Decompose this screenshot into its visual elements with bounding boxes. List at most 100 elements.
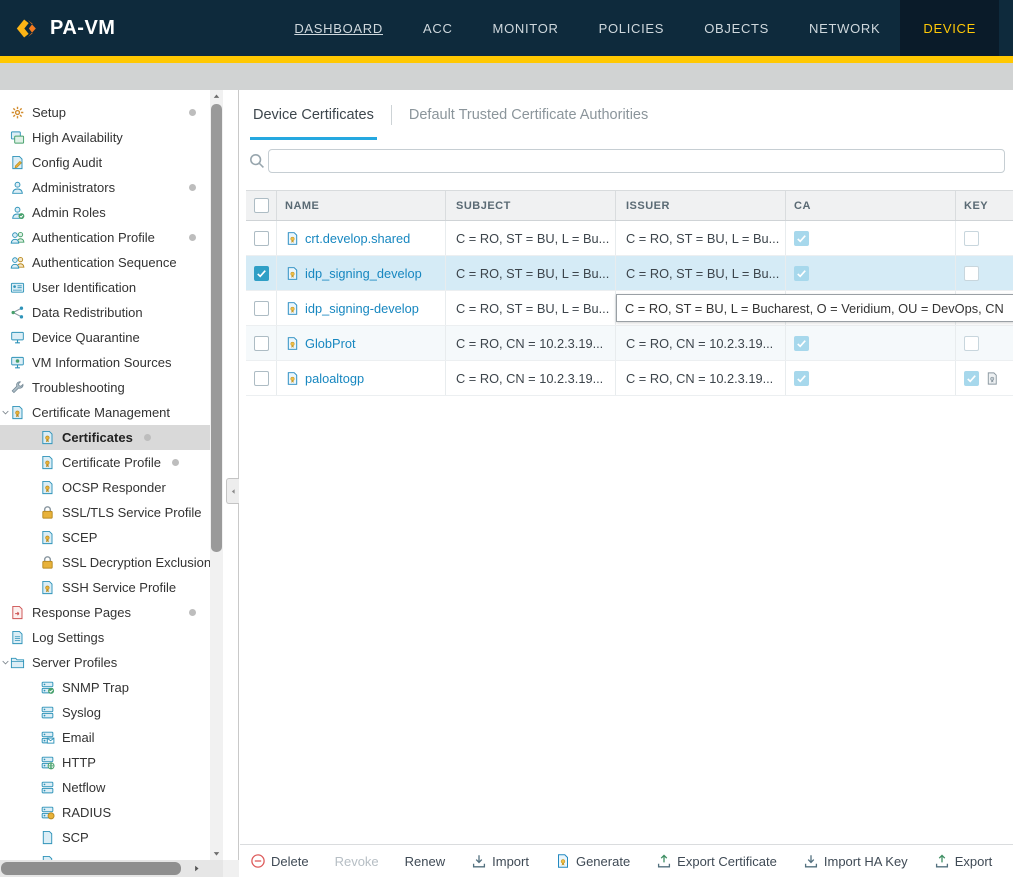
column-header-issuer[interactable]: ISSUER (616, 191, 786, 220)
nav-item-policies[interactable]: POLICIES (579, 0, 685, 56)
sidebar-item-server-profiles[interactable]: Server Profiles (0, 650, 210, 675)
sidebar-item-authentication-sequence[interactable]: Authentication Sequence (0, 250, 210, 275)
row-checkbox[interactable] (254, 371, 269, 386)
row-checkbox[interactable] (254, 336, 269, 351)
key-checkbox[interactable] (964, 371, 979, 386)
sidebar-item-troubleshooting[interactable]: Troubleshooting (0, 375, 210, 400)
chevron-down-icon (1, 658, 10, 667)
scroll-up-icon[interactable] (210, 90, 223, 103)
column-header-name[interactable]: NAME (277, 191, 446, 220)
scrollbar-thumb[interactable] (1, 862, 181, 875)
certificate-link[interactable]: paloaltogp (305, 371, 364, 386)
toolbar-button-export-certificate[interactable]: Export Certificate (656, 853, 777, 869)
certificate-link[interactable]: crt.develop.shared (305, 231, 410, 246)
sidebar-item-netflow[interactable]: Netflow (0, 775, 210, 800)
sidebar-collapse-handle[interactable] (226, 478, 239, 504)
sidebar-item-response-pages[interactable]: Response Pages (0, 600, 210, 625)
bottom-toolbar: DeleteRevokeRenewImportGenerateExport Ce… (240, 844, 1013, 877)
nav-item-objects[interactable]: OBJECTS (684, 0, 789, 56)
certificate-link[interactable]: idp_signing-develop (305, 301, 419, 316)
search-input[interactable] (269, 150, 1004, 172)
sidebar-item-label: Certificate Profile (62, 455, 161, 470)
toolbar-button-export[interactable]: Export (934, 853, 993, 869)
sidebar-item-snmp-trap[interactable]: SNMP Trap (0, 675, 210, 700)
sidebar-item-certificate-profile[interactable]: Certificate Profile (0, 450, 210, 475)
key-checkbox[interactable] (964, 266, 979, 281)
ca-checkbox[interactable] (794, 266, 809, 281)
name-cell: idp_signing_develop (277, 256, 446, 290)
toolbar-button-label: Renew (405, 854, 445, 869)
table-row-globprot[interactable]: GlobProtC = RO, CN = 10.2.3.19...C = RO,… (246, 326, 1013, 361)
table-row-paloaltogp[interactable]: paloaltogpC = RO, CN = 10.2.3.19...C = R… (246, 361, 1013, 396)
sidebar-item-ocsp-responder[interactable]: OCSP Responder (0, 475, 210, 500)
sidebar-item-radius[interactable]: RADIUS (0, 800, 210, 825)
nav-item-monitor[interactable]: MONITOR (473, 0, 579, 56)
nav-item-acc[interactable]: ACC (403, 0, 473, 56)
key-checkbox[interactable] (964, 336, 979, 351)
row-checkbox[interactable] (254, 301, 269, 316)
row-checkbox[interactable] (254, 266, 269, 281)
scroll-right-icon[interactable] (188, 861, 204, 876)
sidebar-item-partial[interactable] (0, 850, 210, 860)
column-header-ca[interactable]: CA (786, 191, 956, 220)
sidebar-vertical-scrollbar[interactable] (210, 90, 223, 860)
sidebar-item-scep[interactable]: SCEP (0, 525, 210, 550)
toolbar-button-import-ha-key[interactable]: Import HA Key (803, 853, 908, 869)
certificate-link[interactable]: idp_signing_develop (305, 266, 422, 281)
export-icon (934, 853, 950, 869)
cert-table-icon (285, 336, 300, 351)
sidebar-item-certificate-management[interactable]: Certificate Management (0, 400, 210, 425)
select-all-checkbox[interactable] (254, 198, 269, 213)
toolbar-button-import[interactable]: Import (471, 853, 529, 869)
table-row-crt-develop-shared[interactable]: crt.develop.sharedC = RO, ST = BU, L = B… (246, 221, 1013, 256)
header-select-all-cell (246, 191, 277, 220)
ca-checkbox[interactable] (794, 231, 809, 246)
sidebar-item-email[interactable]: Email (0, 725, 210, 750)
tab-default-trusted-certificate-authorities[interactable]: Default Trusted Certificate Authorities (406, 90, 651, 140)
ca-cell (786, 221, 956, 255)
row-checkbox[interactable] (254, 231, 269, 246)
sidebar-item-setup[interactable]: Setup (0, 100, 210, 125)
sidebar-item-syslog[interactable]: Syslog (0, 700, 210, 725)
toolbar-button-renew[interactable]: Renew (405, 854, 445, 869)
column-header-key[interactable]: KEY (956, 191, 1013, 220)
sidebar-item-vm-information-sources[interactable]: VM Information Sources (0, 350, 210, 375)
cert-icon (40, 480, 55, 495)
sidebar-item-device-quarantine[interactable]: Device Quarantine (0, 325, 210, 350)
sidebar-item-log-settings[interactable]: Log Settings (0, 625, 210, 650)
sidebar-item-authentication-profile[interactable]: Authentication Profile (0, 225, 210, 250)
sidebar-item-config-audit[interactable]: Config Audit (0, 150, 210, 175)
sidebar-item-administrators[interactable]: Administrators (0, 175, 210, 200)
sidebar-item-label: SCEP (62, 530, 97, 545)
sidebar-item-label: Config Audit (32, 155, 102, 170)
sidebar-item-scp[interactable]: SCP (0, 825, 210, 850)
nav-item-dashboard[interactable]: DASHBOARD (274, 0, 403, 56)
key-checkbox[interactable] (964, 231, 979, 246)
sidebar-item-http[interactable]: HTTP (0, 750, 210, 775)
sidebar-item-label: SCP (62, 830, 89, 845)
sidebar-item-label: Administrators (32, 180, 115, 195)
sidebar-item-user-identification[interactable]: User Identification (0, 275, 210, 300)
sidebar-item-ssl-tls-service-profile[interactable]: SSL/TLS Service Profile (0, 500, 210, 525)
sidebar-item-ssh-service-profile[interactable]: SSH Service Profile (0, 575, 210, 600)
certificate-link[interactable]: GlobProt (305, 336, 356, 351)
brand-name: PA-VM (50, 17, 115, 40)
tab-device-certificates[interactable]: Device Certificates (250, 90, 377, 140)
scrollbar-thumb[interactable] (211, 104, 222, 552)
toolbar-button-generate[interactable]: Generate (555, 853, 630, 869)
sidebar-item-admin-roles[interactable]: Admin Roles (0, 200, 210, 225)
sidebar-item-high-availability[interactable]: High Availability (0, 125, 210, 150)
sidebar-item-certificates[interactable]: Certificates (0, 425, 210, 450)
server-http-icon (40, 755, 55, 770)
ca-checkbox[interactable] (794, 336, 809, 351)
toolbar-button-delete[interactable]: Delete (250, 853, 309, 869)
sidebar-item-ssl-decryption-exclusion[interactable]: SSL Decryption Exclusion (0, 550, 210, 575)
sidebar-item-data-redistribution[interactable]: Data Redistribution (0, 300, 210, 325)
scroll-down-icon[interactable] (210, 847, 223, 860)
sidebar-horizontal-scrollbar[interactable] (0, 860, 223, 877)
nav-item-network[interactable]: NETWORK (789, 0, 900, 56)
table-row-idp-signing-develop[interactable]: idp_signing_developC = RO, ST = BU, L = … (246, 256, 1013, 291)
ca-checkbox[interactable] (794, 371, 809, 386)
column-header-subject[interactable]: SUBJECT (446, 191, 616, 220)
nav-item-device[interactable]: DEVICE (900, 0, 999, 56)
